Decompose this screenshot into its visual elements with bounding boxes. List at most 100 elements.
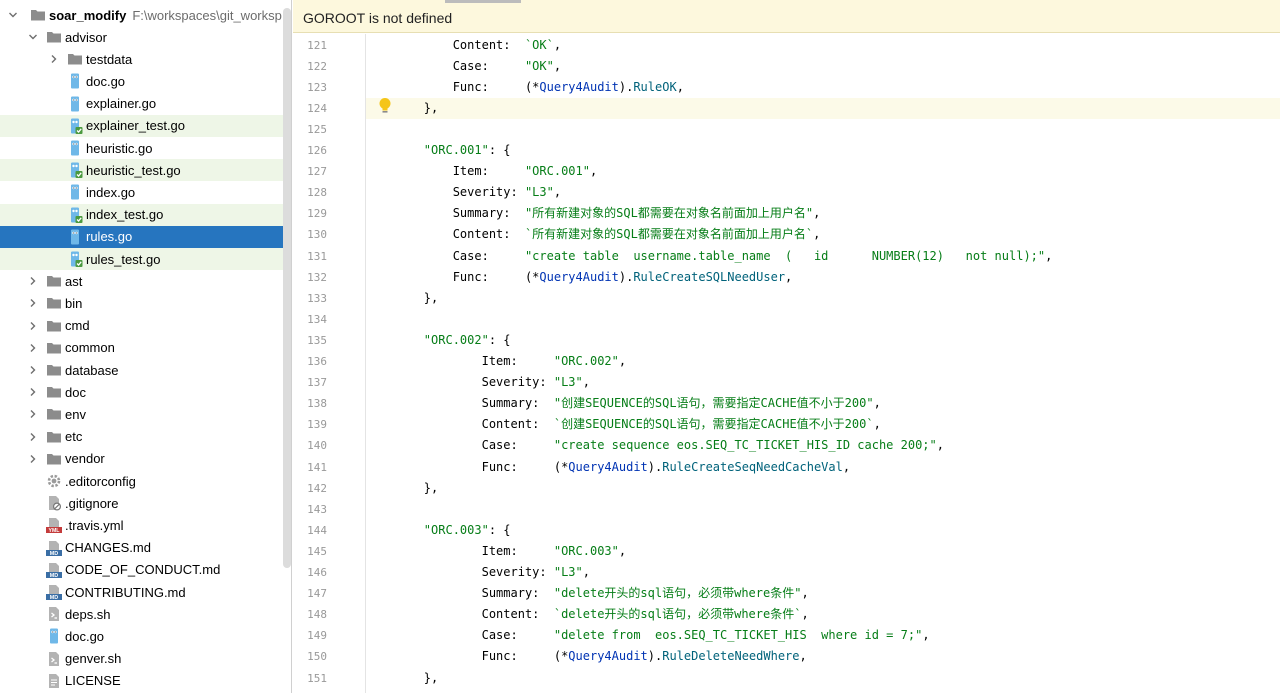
tree-item-label: explainer_test.go	[86, 118, 186, 134]
code-line[interactable]: Summary: "创建SEQUENCE的SQL语句，需要指定CACHE值不小于…	[366, 393, 1280, 414]
code-line[interactable]: Func: (*Query4Audit).RuleCreateSeqNeedCa…	[366, 457, 1280, 478]
code-line[interactable]	[366, 309, 1280, 330]
code-line[interactable]: Func: (*Query4Audit).RuleDeleteNeedWhere…	[366, 646, 1280, 667]
chevron-right-icon[interactable]	[47, 52, 61, 66]
code-line[interactable]: Item: "ORC.002",	[366, 351, 1280, 372]
chevron-right-icon[interactable]	[26, 385, 40, 399]
tree-item-bin[interactable]: bin	[0, 292, 291, 314]
tree-item-editorconfig[interactable]: .editorconfig	[0, 470, 291, 492]
tree-item-doc[interactable]: doc	[0, 381, 291, 403]
chevron-right-icon[interactable]	[26, 430, 40, 444]
markdown-file-icon: MD	[46, 584, 62, 600]
line-number: 124	[307, 101, 327, 115]
tree-item-contributing-md[interactable]: MD CONTRIBUTING.md	[0, 581, 291, 603]
go-test-file-icon	[67, 207, 83, 223]
tree-item-explainer-test-go[interactable]: explainer_test.go	[0, 114, 291, 137]
code-line[interactable]: Content: `创建SEQUENCE的SQL语句，需要指定CACHE值不小于…	[366, 414, 1280, 435]
line-number: 138	[307, 397, 327, 411]
code-line[interactable]	[366, 499, 1280, 520]
tree-item-license[interactable]: LICENSE	[0, 670, 291, 692]
project-tree[interactable]: soar_modify F:\workspaces\git_worksp adv…	[0, 0, 292, 693]
line-number: 132	[307, 270, 327, 284]
tree-item-heuristic-test-go[interactable]: heuristic_test.go	[0, 159, 291, 182]
tree-item-doc-go[interactable]: doc.go	[0, 70, 291, 92]
tree-item-heuristic-go[interactable]: heuristic.go	[0, 137, 291, 159]
code-line[interactable]: Case: "OK",	[366, 56, 1280, 77]
tree-item-advisor[interactable]: advisor	[0, 26, 291, 48]
tree-root-soar-modify[interactable]: soar_modify F:\workspaces\git_worksp	[0, 4, 291, 26]
tree-item-etc[interactable]: etc	[0, 426, 291, 448]
tree-item-doc-go[interactable]: doc.go	[0, 625, 291, 647]
code-line[interactable]: Item: "ORC.001",	[366, 161, 1280, 182]
tree-item-ast[interactable]: ast	[0, 270, 291, 292]
tree-item-testdata[interactable]: testdata	[0, 48, 291, 70]
tree-item-rules-go[interactable]: rules.go	[0, 225, 291, 248]
go-file-icon	[67, 229, 83, 245]
chevron-right-icon[interactable]	[26, 363, 40, 377]
code-line[interactable]: Content: `delete开头的sql语句，必须带where条件`,	[366, 604, 1280, 625]
chevron-right-icon[interactable]	[26, 407, 40, 421]
code-line[interactable]: Func: (*Query4Audit).RuleOK,	[366, 77, 1280, 98]
code-line[interactable]: Case: "create table username.table_name …	[366, 246, 1280, 267]
tree-item-env[interactable]: env	[0, 403, 291, 425]
line-number: 126	[307, 144, 327, 157]
code-line[interactable]: Content: `OK`,	[366, 35, 1280, 56]
tree-item-index-test-go[interactable]: index_test.go	[0, 203, 291, 226]
chevron-down-icon[interactable]	[26, 30, 40, 44]
chevron-right-icon[interactable]	[26, 296, 40, 310]
code-line[interactable]: "ORC.003": {	[366, 520, 1280, 541]
line-number: 148	[307, 608, 327, 622]
tree-item-gitignore[interactable]: .gitignore	[0, 492, 291, 514]
tree-item-common[interactable]: common	[0, 337, 291, 359]
tree-item-index-go[interactable]: index.go	[0, 181, 291, 203]
code-line[interactable]: Severity: "L3",	[366, 182, 1280, 203]
code-line[interactable]: Content: `所有新建对象的SQL都需要在对象名前面加上用户名`,	[366, 224, 1280, 245]
code-token: Func: (*	[366, 79, 540, 94]
chevron-right-icon[interactable]	[26, 274, 40, 288]
line-number: 125	[307, 122, 327, 136]
code-line[interactable]: },	[366, 288, 1280, 309]
code-line[interactable]: Func: (*Query4Audit).RuleCreateSQLNeedUs…	[366, 267, 1280, 288]
chevron-right-icon[interactable]	[26, 452, 40, 466]
code-line[interactable]: },	[366, 668, 1280, 689]
code-editor[interactable]: GOROOT is not defined 121 122 123 124 125 126…	[293, 0, 1280, 693]
code-line[interactable]: Case: "delete from eos.SEQ_TC_TICKET_HIS…	[366, 625, 1280, 646]
tree-item-label: bin	[65, 295, 83, 311]
tree-item-vendor[interactable]: vendor	[0, 448, 291, 470]
code-token: ,	[1045, 248, 1053, 263]
lightbulb-icon[interactable]	[377, 97, 393, 115]
tree-item-rules-test-go[interactable]: rules_test.go	[0, 248, 291, 270]
code-line[interactable]: Item: "ORC.003",	[366, 541, 1280, 562]
code-line[interactable]: },	[366, 97, 1280, 119]
tree-item-deps-sh[interactable]: deps.sh	[0, 603, 291, 625]
code-line[interactable]: Severity: "L3",	[366, 372, 1280, 393]
code-line[interactable]: },	[366, 478, 1280, 499]
tree-item-changes-md[interactable]: MD CHANGES.md	[0, 537, 291, 559]
tree-item-travis-yml[interactable]: YML .travis.yml	[0, 514, 291, 536]
code-line[interactable]	[366, 119, 1280, 140]
code-line[interactable]: Summary: "所有新建对象的SQL都需要在对象名前面加上用户名",	[366, 203, 1280, 224]
tree-item-explainer-go[interactable]: explainer.go	[0, 93, 291, 115]
chevron-right-icon[interactable]	[26, 341, 40, 355]
tree-item-label: advisor	[65, 29, 107, 45]
tree-scrollbar[interactable]	[283, 8, 291, 568]
tree-item-database[interactable]: database	[0, 359, 291, 381]
ignore-file-icon	[46, 495, 62, 511]
code-line[interactable]: "ORC.002": {	[366, 330, 1280, 351]
code-line[interactable]: Severity: "L3",	[366, 562, 1280, 583]
tree-item-cmd[interactable]: cmd	[0, 315, 291, 337]
tree-item-genver-sh[interactable]: genver.sh	[0, 648, 291, 670]
code-line[interactable]: Case: "create sequence eos.SEQ_TC_TICKET…	[366, 435, 1280, 456]
code-token: ,	[799, 649, 807, 664]
tree-item-code-of-conduct-md[interactable]: MD CODE_OF_CONDUCT.md	[0, 559, 291, 581]
chevron-right-icon[interactable]	[26, 319, 40, 333]
code-line[interactable]: "ORC.001": {	[366, 140, 1280, 161]
tree-item-label: rules.go	[86, 229, 133, 245]
chevron-down-icon[interactable]	[6, 8, 20, 22]
folder-icon	[67, 51, 83, 67]
code-line[interactable]: Summary: "delete开头的sql语句，必须带where条件",	[366, 583, 1280, 604]
project-name: soar_modify	[49, 7, 127, 23]
